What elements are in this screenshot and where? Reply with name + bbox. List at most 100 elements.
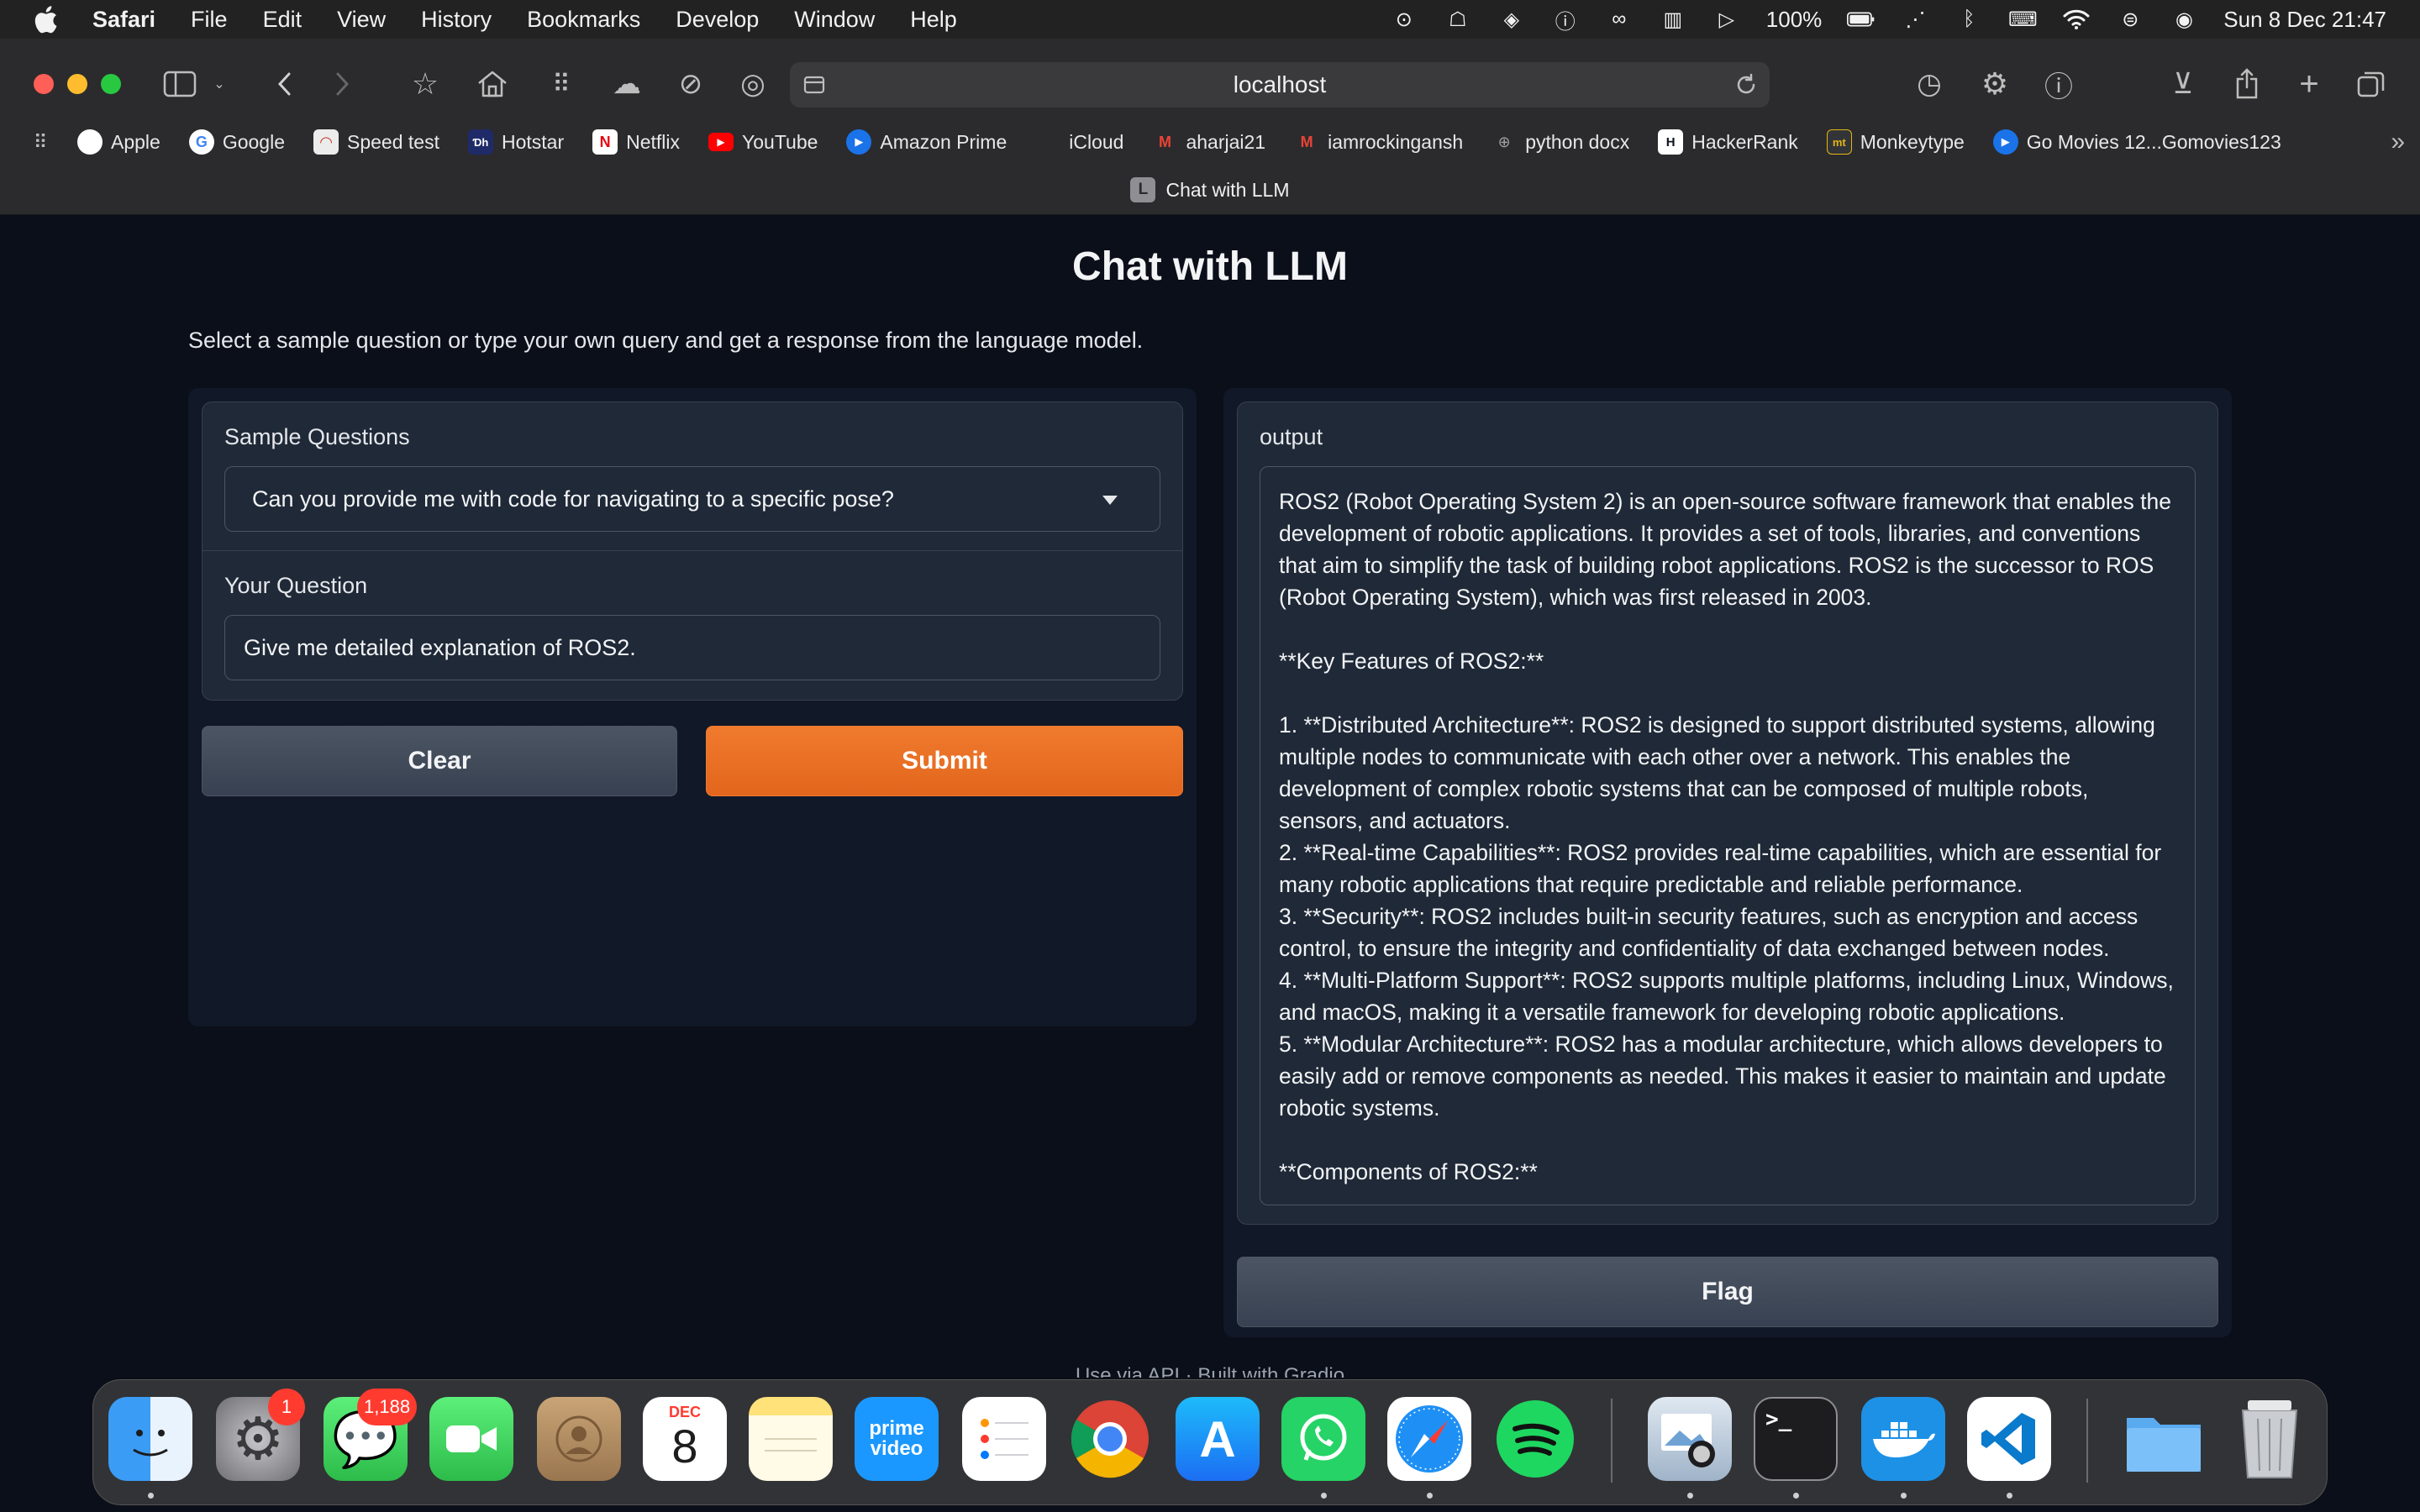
bookmark-iamrockingansh[interactable]: M iamrockingansh — [1294, 129, 1464, 155]
dock-running-indicator — [1427, 1493, 1433, 1499]
bookmark-google[interactable]: G Google — [188, 129, 285, 155]
bookmark-monkeytype[interactable]: mt Monkeytype — [1826, 129, 1965, 155]
dock-whatsapp[interactable] — [1281, 1397, 1365, 1481]
chrome-logo-icon — [1071, 1400, 1149, 1478]
menu-clock[interactable]: Sun 8 Dec 21:47 — [2223, 7, 2386, 33]
dock-vscode[interactable] — [1967, 1397, 2051, 1481]
menu-view[interactable]: View — [337, 7, 386, 33]
keyboard-icon[interactable]: ⌨ — [2008, 7, 2038, 32]
battery-icon[interactable] — [1847, 7, 1876, 32]
memory-icon[interactable]: ▥ — [1659, 7, 1687, 32]
control-center-icon[interactable]: ⊜ — [2116, 7, 2144, 32]
fullscreen-window-button[interactable] — [101, 74, 121, 94]
dropdown-arrow-icon — [1102, 496, 1118, 505]
home-icon[interactable] — [472, 64, 513, 104]
layers-icon[interactable]: ◈ — [1497, 7, 1526, 32]
activity-icon[interactable]: ⋰ — [1901, 7, 1929, 32]
bookmark-python-docx[interactable]: ⊕ python docx — [1491, 129, 1630, 155]
dock-app-store[interactable]: A — [1176, 1397, 1260, 1481]
menu-bookmarks[interactable]: Bookmarks — [527, 7, 640, 33]
bookmark-speed-test[interactable]: ◠ Speed test — [313, 129, 439, 155]
dock-calendar[interactable]: DEC 8 — [643, 1397, 727, 1481]
dock-chrome[interactable] — [1068, 1397, 1152, 1481]
question-input[interactable]: Give me detailed explanation of ROS2. — [224, 615, 1160, 680]
page-menu-icon[interactable] — [802, 72, 827, 97]
page-footer: Use via API · Built with Gradio — [1075, 1364, 1345, 1378]
chevron-down-icon[interactable]: ⌄ — [207, 64, 232, 104]
compass-icon[interactable]: ⊘ — [671, 64, 711, 104]
menu-history[interactable]: History — [421, 7, 492, 33]
glasses-icon[interactable]: ∞ — [1605, 7, 1634, 32]
bookmark-hackerrank[interactable]: H HackerRank — [1658, 129, 1798, 155]
netflix-logo-icon: N — [592, 129, 618, 155]
clear-button[interactable]: Clear — [202, 726, 677, 796]
close-window-button[interactable] — [34, 74, 54, 94]
play-circle-icon: ▶ — [1992, 129, 2018, 155]
tab-active[interactable]: L Chat with LLM — [1130, 177, 1290, 202]
bookmark-aharjai21[interactable]: M aharjai21 — [1152, 129, 1265, 155]
dock-facetime[interactable] — [429, 1397, 513, 1481]
record-icon[interactable]: ◎ — [733, 64, 773, 104]
downloads-icon[interactable]: ⊻ — [2163, 64, 2203, 104]
youtube-logo-icon: ▶ — [708, 133, 734, 151]
minimize-window-button[interactable] — [67, 74, 87, 94]
back-icon[interactable] — [264, 64, 304, 104]
star-icon[interactable]: ☆ — [405, 64, 445, 104]
history-icon[interactable]: ◷ — [1909, 64, 1949, 104]
preview-photos-icon — [1661, 1414, 1715, 1467]
dock-reminders[interactable] — [962, 1397, 1046, 1481]
dock-downloads-folder[interactable] — [2122, 1397, 2206, 1481]
bookmark-amazon-prime[interactable]: ▶ Amazon Prime — [846, 129, 1007, 155]
apple-menu-icon[interactable] — [30, 4, 60, 34]
output-textbox[interactable]: ROS2 (Robot Operating System 2) is an op… — [1260, 466, 2196, 1205]
tab-overview-icon[interactable] — [2351, 64, 2391, 104]
menu-help[interactable]: Help — [910, 7, 957, 33]
apps-grid-icon[interactable]: ⠿ — [541, 64, 581, 104]
flag-button[interactable]: Flag — [1237, 1257, 2218, 1327]
usage-icon[interactable]: ⊙ — [1390, 7, 1418, 32]
reload-icon[interactable] — [1733, 71, 1760, 98]
menu-window[interactable]: Window — [794, 7, 875, 33]
dock-preview[interactable] — [1648, 1397, 1732, 1481]
page-title: Chat with LLM — [1072, 244, 1348, 289]
menu-file[interactable]: File — [191, 7, 228, 33]
bluetooth-icon[interactable]: ᛒ — [1954, 7, 1983, 32]
new-tab-icon[interactable]: + — [2289, 64, 2329, 104]
wifi-icon[interactable] — [2062, 7, 2091, 32]
bookmarks-overflow-icon[interactable]: » — [2391, 128, 2405, 156]
siri-icon[interactable]: ◉ — [2170, 7, 2198, 32]
dock-trash[interactable] — [2228, 1397, 2312, 1481]
address-bar[interactable]: localhost — [790, 62, 1770, 108]
dock-notes[interactable] — [749, 1397, 833, 1481]
speedometer-icon: ◠ — [313, 129, 339, 155]
sample-questions-dropdown[interactable]: Can you provide me with code for navigat… — [224, 466, 1160, 532]
info-icon[interactable]: ⓘ — [2039, 64, 2079, 104]
bookmark-icloud[interactable]: iCloud — [1035, 129, 1123, 155]
forward-icon[interactable] — [323, 64, 363, 104]
bookmark-netflix[interactable]: N Netflix — [592, 129, 680, 155]
dock-spotify[interactable] — [1493, 1397, 1577, 1481]
bookmark-youtube[interactable]: ▶ YouTube — [708, 131, 818, 154]
extension-cloud-icon[interactable]: ☁ — [607, 64, 647, 104]
dock-terminal[interactable]: >_ — [1754, 1397, 1838, 1481]
play-icon[interactable]: ▷ — [1712, 7, 1741, 32]
bookmark-hotstar[interactable]: Ɗh Hotstar — [467, 129, 564, 155]
menu-edit[interactable]: Edit — [263, 7, 302, 33]
dock-contacts[interactable] — [537, 1397, 621, 1481]
ai-assistant-icon[interactable]: ☖ — [1444, 7, 1472, 32]
gear-icon[interactable]: ⚙ — [1975, 64, 2015, 104]
dock-finder[interactable] — [108, 1397, 192, 1481]
share-icon[interactable] — [2227, 64, 2267, 104]
menu-app-name[interactable]: Safari — [92, 7, 155, 33]
bookmark-apple[interactable]: Apple — [77, 129, 160, 155]
bookmark-gomovies[interactable]: ▶ Go Movies 12...Gomovies123 — [1992, 129, 2281, 155]
notes-lines-icon — [765, 1438, 817, 1452]
sidebar-toggle-icon[interactable] — [160, 64, 200, 104]
dock-docker[interactable] — [1861, 1397, 1945, 1481]
bookmarks-grid-icon[interactable]: ⠿ — [24, 125, 57, 159]
accessibility-icon[interactable]: ⓘ — [1551, 7, 1580, 34]
submit-button[interactable]: Submit — [706, 726, 1183, 796]
dock-prime-video[interactable]: prime video — [855, 1397, 939, 1481]
menu-develop[interactable]: Develop — [676, 7, 759, 33]
dock-safari[interactable] — [1387, 1397, 1471, 1481]
